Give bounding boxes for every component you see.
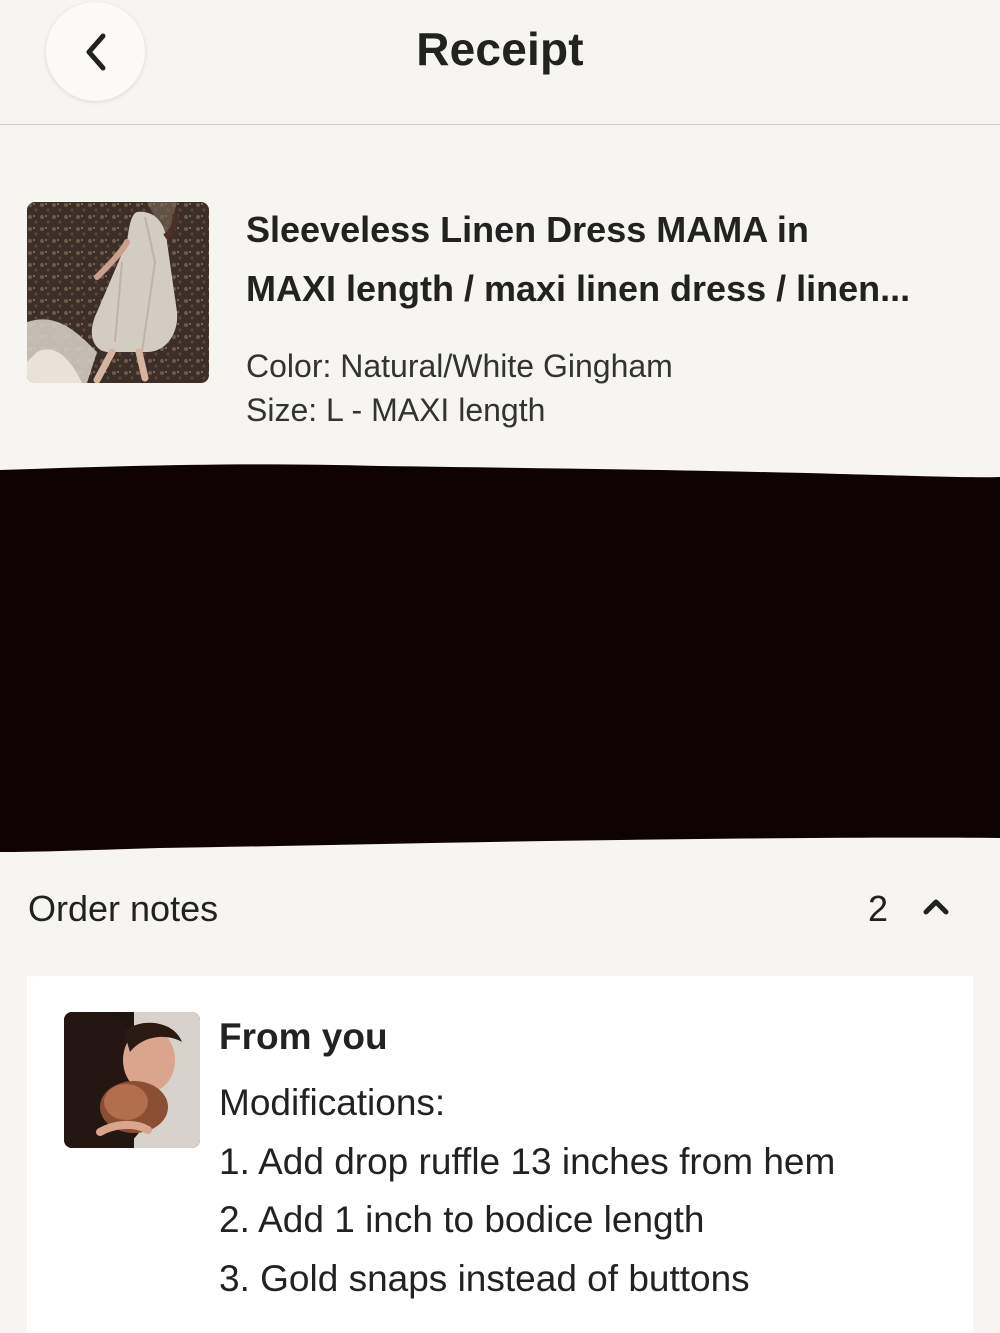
note-line: 3. Gold snaps instead of buttons xyxy=(219,1257,750,1299)
order-note-card: From you Modifications: 1. Add drop ruff… xyxy=(27,976,973,1333)
note-line: 1. Add drop ruffle 13 inches from hem xyxy=(219,1140,836,1182)
chevron-up-icon xyxy=(923,899,949,915)
order-notes-count: 2 xyxy=(868,888,889,929)
note-author: From you xyxy=(219,1016,388,1057)
order-notes-label: Order notes xyxy=(28,888,219,929)
note-body: Modifications: 1. Add drop ruffle 13 inc… xyxy=(219,1074,949,1308)
order-notes-toggle[interactable]: Order notes 2 xyxy=(0,870,1000,946)
note-line: Modifications: xyxy=(219,1082,446,1123)
avatar xyxy=(64,1012,200,1148)
note-line: 2. Add 1 inch to bodice length xyxy=(219,1199,705,1240)
